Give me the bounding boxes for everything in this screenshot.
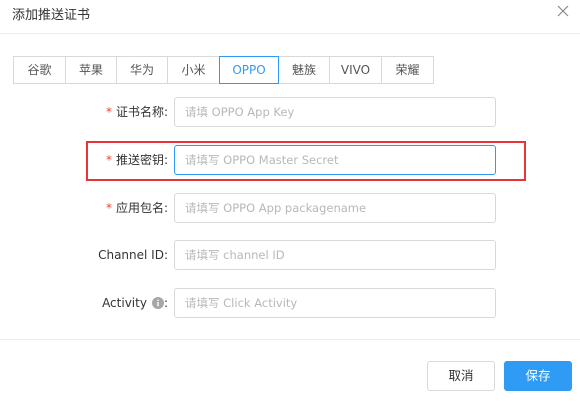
required-mark: * [105,105,112,119]
tab-huawei[interactable]: 华为 [116,56,168,84]
close-icon[interactable] [556,4,570,18]
required-mark: * [105,201,112,215]
footer-divider [0,339,580,340]
tab-apple[interactable]: 苹果 [65,56,117,84]
channel-id-input[interactable] [174,240,496,270]
tab-oppo[interactable]: OPPO [219,56,279,84]
form-row-activity: Activity: [0,288,580,318]
activity-label: Activity: [102,288,168,318]
platform-tabs: 谷歌 苹果 华为 小米 OPPO 魅族 VIVO 荣耀 [13,56,434,84]
form-row-channel-id: Channel ID: [0,240,580,270]
package-name-label-text: 应用包名: [115,201,168,215]
master-secret-label-text: 推送密钥: [115,153,168,167]
master-secret-label: * 推送密钥: [106,145,168,175]
tab-vivo[interactable]: VIVO [329,56,382,84]
tab-meizu[interactable]: 魅族 [278,56,330,84]
tab-xiaomi[interactable]: 小米 [167,56,220,84]
save-button[interactable]: 保存 [504,361,572,391]
cancel-button[interactable]: 取消 [427,361,495,391]
package-name-label: * 应用包名: [106,193,168,223]
required-mark: * [105,153,112,167]
form-row-cert-name: * 证书名称: [0,97,580,127]
channel-id-label: Channel ID: [98,248,168,262]
cert-name-label-text: 证书名称: [115,105,168,119]
form-row-package-name: * 应用包名: [0,193,580,223]
activity-label-text: Activity [102,296,147,310]
activity-input[interactable] [174,288,496,318]
title-divider [0,33,580,34]
info-circle-icon[interactable] [151,296,164,309]
master-secret-input[interactable] [174,145,496,175]
cert-name-input[interactable] [174,97,496,127]
package-name-input[interactable] [174,193,496,223]
cert-name-label: * 证书名称: [106,97,168,127]
form-row-master-secret: * 推送密钥: [0,145,580,175]
dialog-title: 添加推送证书 [12,8,91,23]
tab-google[interactable]: 谷歌 [13,56,66,84]
activity-label-colon: : [163,296,168,310]
tab-honor[interactable]: 荣耀 [381,56,434,84]
